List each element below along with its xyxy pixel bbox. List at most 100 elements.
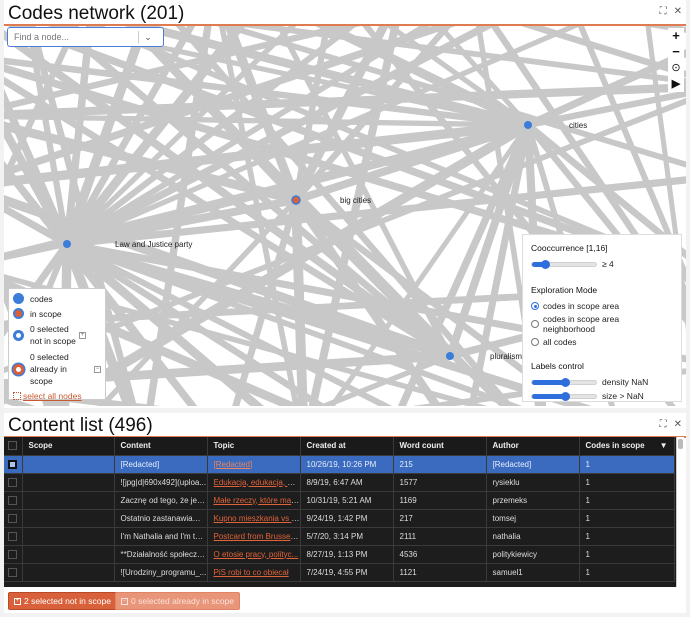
zoom-in-button[interactable]: + [672, 28, 680, 44]
cell-author: politykiewicy [486, 545, 580, 564]
table-row[interactable]: ![Urodziny_programu_... PiS robi to co ob… [4, 563, 675, 582]
size-slider[interactable]: size > NaN [531, 391, 673, 401]
cell-scope [22, 473, 115, 492]
network-node[interactable] [524, 121, 532, 129]
select-all-nodes-link[interactable]: select all nodes [13, 391, 101, 401]
legend-codes: codes [13, 293, 101, 304]
radio-button[interactable] [531, 320, 539, 328]
topic-link[interactable]: Małe rzeczy, które maj... [214, 496, 300, 505]
table-row[interactable]: I'm Nathalia and I'm tur... Postcard from… [4, 527, 675, 546]
find-node-input[interactable] [8, 32, 138, 42]
add-to-scope-icon[interactable]: + [78, 331, 86, 339]
cell-codes-in-scope: 1 [579, 473, 675, 492]
mode-radio-all-codes[interactable]: all codes [531, 337, 673, 347]
row-checkbox-cell[interactable] [4, 527, 23, 546]
row-checkbox-cell[interactable] [4, 509, 23, 528]
cell-author: samuel1 [486, 563, 580, 582]
zoom-controls: + − ⊙ ▶ [668, 28, 684, 92]
topic-link[interactable]: Kupno mieszkania vs d... [214, 514, 300, 523]
network-node[interactable] [446, 352, 454, 360]
size-track[interactable] [531, 391, 597, 401]
network-controls-panel: Cooccurrence [1,16] ≥ 4 Exploration Mode… [522, 234, 682, 402]
expand-icon[interactable]: ⛶ [660, 419, 667, 430]
row-checkbox[interactable] [8, 549, 17, 559]
play-button[interactable]: ▶ [672, 76, 680, 92]
row-checkbox-cell[interactable] [4, 563, 23, 582]
row-checkbox-cell[interactable] [4, 491, 23, 510]
remove-selected-from-scope-button[interactable]: − 0 selected already in scope [115, 592, 241, 610]
row-checkbox[interactable] [8, 495, 17, 505]
table-row[interactable]: ![jpg|d|690x492](uploa... Edukacja, eduka… [4, 473, 675, 492]
plus-square-icon: + [14, 597, 21, 605]
close-icon[interactable]: ✕ [674, 6, 682, 17]
column-header-created-at[interactable]: Created at [300, 437, 394, 456]
row-checkbox-cell[interactable] [4, 455, 23, 474]
column-header-scope[interactable]: Scope [22, 437, 115, 456]
node-label-cities: cities [569, 121, 588, 130]
radio-button[interactable] [531, 338, 539, 346]
sort-desc-icon[interactable]: ▼ [660, 441, 668, 450]
density-handle[interactable] [560, 377, 570, 387]
content-table: Scope Content Topic Created at Word coun… [4, 437, 684, 587]
cell-content: Ostatnio zastanawiam ... [114, 509, 208, 528]
row-checkbox[interactable] [8, 513, 17, 523]
chevron-down-icon[interactable]: ⌄ [139, 32, 157, 43]
table-row[interactable]: Zacznę od tego, że jest... Małe rzeczy, k… [4, 491, 675, 510]
cooccurrence-track[interactable] [531, 259, 597, 269]
close-icon[interactable]: ✕ [674, 419, 682, 430]
add-selected-to-scope-button[interactable]: + 2 selected not in scope [8, 592, 117, 610]
row-checkbox[interactable] [8, 531, 17, 541]
cell-content: ![Urodziny_programu_... [114, 563, 208, 582]
column-header-topic[interactable]: Topic [207, 437, 301, 456]
table-row[interactable]: **Działalność społeczn... O etosie pracy,… [4, 545, 675, 564]
column-header-author[interactable]: Author [486, 437, 580, 456]
select-all-checkbox-header[interactable] [4, 437, 23, 456]
cell-created-at: 5/7/20, 3:14 PM [300, 527, 394, 546]
zoom-out-button[interactable]: − [672, 44, 680, 60]
column-header-codes-in-scope[interactable]: Codes in scope ▼ [579, 437, 675, 456]
cooccurrence-slider[interactable]: ≥ 4 [531, 259, 673, 269]
column-header-content[interactable]: Content [114, 437, 208, 456]
table-scrollbar[interactable] [676, 437, 684, 587]
row-checkbox[interactable] [8, 459, 17, 469]
topic-link[interactable]: O etosie pracy, polityc... [214, 550, 299, 559]
cell-content: [Redacted] [114, 455, 208, 474]
center-button[interactable]: ⊙ [671, 60, 680, 76]
cell-author: tomsej [486, 509, 580, 528]
remove-from-scope-icon[interactable]: − [94, 365, 101, 373]
row-checkbox-cell[interactable] [4, 473, 23, 492]
find-node-select[interactable]: ⌄ [7, 27, 164, 47]
radio-button[interactable] [531, 302, 539, 310]
cell-word-count: 4536 [393, 545, 487, 564]
topic-link[interactable]: [Redacted] [214, 460, 253, 469]
mode-radio-neighborhood[interactable]: codes in scope area neighborhood [531, 314, 673, 334]
network-canvas[interactable]: cities big cities Law and Justice party … [4, 26, 686, 406]
network-node[interactable] [63, 240, 71, 248]
content-panel-title: Content list (496) [8, 415, 153, 436]
cell-scope [22, 527, 115, 546]
cell-created-at: 8/27/19, 1:13 PM [300, 545, 394, 564]
cell-scope [22, 491, 115, 510]
mode-radio-scope-area[interactable]: codes in scope area [531, 301, 673, 311]
content-panel-icons: ⛶ ✕ [660, 419, 682, 430]
density-slider[interactable]: density NaN [531, 377, 673, 387]
topic-link[interactable]: Postcard from Brussels... [214, 532, 300, 541]
network-node[interactable] [291, 195, 301, 205]
cooccurrence-handle[interactable] [540, 259, 550, 269]
table-row[interactable]: [Redacted] [Redacted] 10/26/19, 10:26 PM 21… [4, 455, 675, 474]
in-scope-dot-icon [13, 308, 24, 319]
select-all-checkbox[interactable] [8, 441, 17, 451]
row-checkbox-cell[interactable] [4, 545, 23, 564]
size-handle[interactable] [560, 391, 570, 401]
cell-topic: O etosie pracy, polityc... [207, 545, 301, 564]
scrollbar-thumb[interactable] [678, 439, 683, 449]
topic-link[interactable]: Edukacja, edukacja, ed... [214, 478, 300, 487]
topic-link[interactable]: PiS robi to co obiecał [214, 568, 289, 577]
column-header-word-count[interactable]: Word count [393, 437, 487, 456]
network-legend: codes in scope 0 selected not in scope +… [8, 288, 106, 401]
row-checkbox[interactable] [8, 477, 17, 487]
density-track[interactable] [531, 377, 597, 387]
table-row[interactable]: Ostatnio zastanawiam ... Kupno mieszkania… [4, 509, 675, 528]
row-checkbox[interactable] [8, 567, 17, 577]
expand-icon[interactable]: ⛶ [660, 6, 667, 17]
